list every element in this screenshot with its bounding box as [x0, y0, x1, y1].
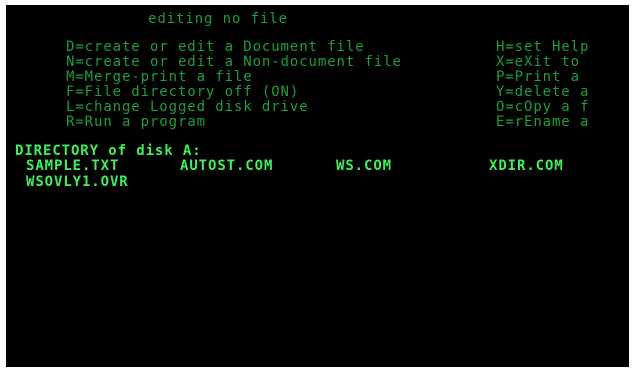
menu-item-delete[interactable]: Y=delete a [496, 84, 589, 100]
file-item[interactable]: AUTOST.COM [180, 158, 273, 174]
menu-item-run-program[interactable]: R=Run a program [66, 114, 206, 130]
menu-item-print[interactable]: P=Print a [496, 69, 580, 85]
file-item[interactable]: WSOVLY1.OVR [26, 174, 129, 190]
file-item[interactable]: XDIR.COM [489, 158, 564, 174]
menu-item-logged-drive[interactable]: L=change Logged disk drive [66, 99, 309, 115]
menu-item-exit[interactable]: X=eXit to [496, 54, 580, 70]
menu-item-copy[interactable]: O=cOpy a f [496, 99, 589, 115]
terminal-screen: editing no file D=create or edit a Docum… [6, 5, 629, 367]
file-item[interactable]: WS.COM [336, 158, 392, 174]
file-item[interactable]: SAMPLE.TXT [26, 158, 119, 174]
menu-item-file-directory[interactable]: F=File directory off (ON) [66, 84, 299, 100]
menu-item-nondocument[interactable]: N=create or edit a Non-document file [66, 54, 402, 70]
directory-heading: DIRECTORY of disk A: [15, 143, 202, 159]
menu-item-merge-print[interactable]: M=Merge-print a file [66, 69, 253, 85]
menu-item-document[interactable]: D=create or edit a Document file [66, 39, 365, 55]
menu-item-rename[interactable]: E=rEname a [496, 114, 589, 130]
status-title: editing no file [148, 11, 288, 27]
menu-item-help[interactable]: H=set Help [496, 39, 589, 55]
